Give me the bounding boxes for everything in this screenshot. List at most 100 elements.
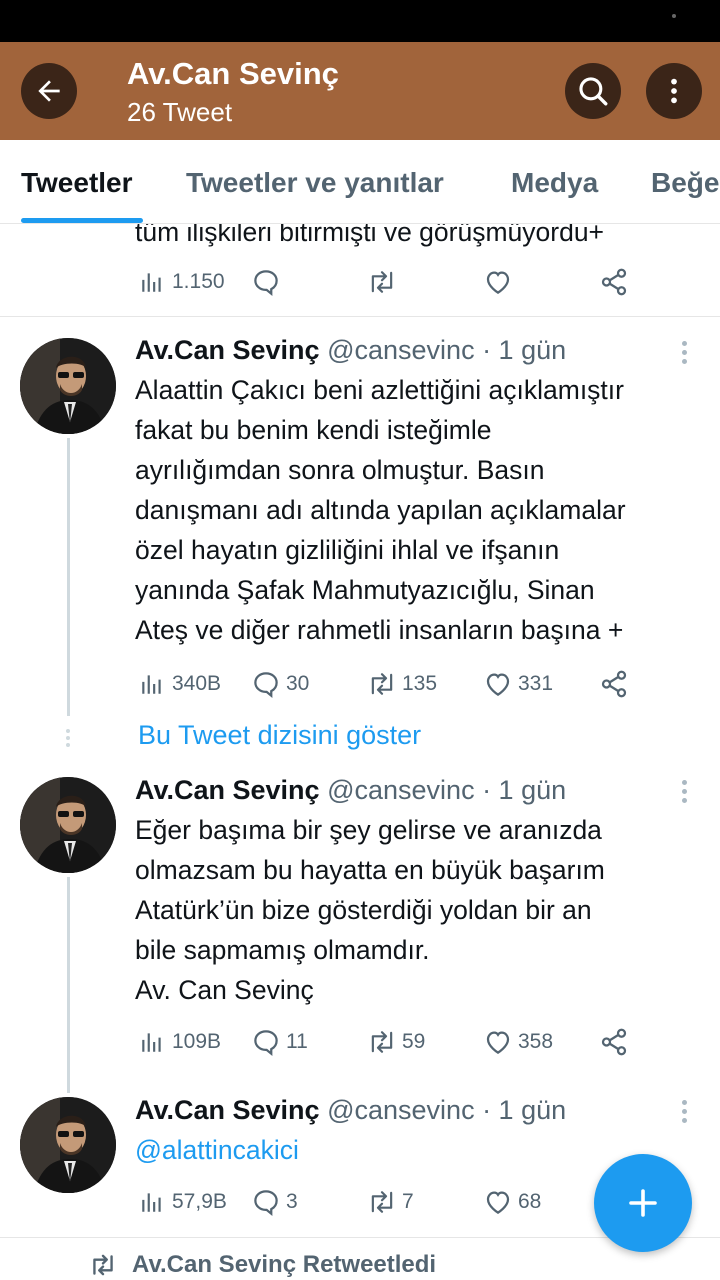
views-action[interactable]: 57,9B xyxy=(136,1182,227,1222)
tweet-more-icon[interactable] xyxy=(682,1100,688,1127)
heart-icon xyxy=(486,1031,510,1054)
retweet-count: 135 xyxy=(402,672,438,695)
like-count: 331 xyxy=(518,672,554,695)
arrow-left-icon xyxy=(38,80,60,102)
like-action[interactable]: 68 xyxy=(482,1182,541,1222)
tweet-actions: 1.150 xyxy=(0,262,720,302)
tweet-text-line: Alaattin Çakıcı beni azlettiğini açıklam… xyxy=(135,375,624,405)
show-thread-link[interactable]: Bu Tweet dizisini göster xyxy=(138,720,421,751)
reply-action[interactable]: 3 xyxy=(250,1182,298,1222)
tab-tweets[interactable]: Tweetler xyxy=(21,167,133,199)
reply-count: 3 xyxy=(286,1190,298,1213)
avatar[interactable] xyxy=(20,1097,116,1193)
more-options-button[interactable] xyxy=(646,63,702,119)
retweet-action[interactable]: 135 xyxy=(366,664,437,704)
heart-icon xyxy=(486,1191,510,1214)
timeline[interactable]: tüm ilişkileri bitirmişti ve görüşmüyord… xyxy=(0,224,720,1280)
share-action[interactable] xyxy=(598,664,630,704)
share-action[interactable] xyxy=(598,1022,630,1062)
avatar[interactable] xyxy=(20,777,116,873)
profile-name-title: Av.Can Sevinç xyxy=(127,56,339,91)
tweet-text-line: olmazsam bu hayatta en büyük başarım xyxy=(135,855,605,885)
tweet-actions: 340B 30 135 331 xyxy=(0,664,720,704)
search-icon xyxy=(579,77,608,106)
tweet-header: Av.Can Sevinç @cansevinc · 1 gün xyxy=(135,770,566,810)
like-count: 68 xyxy=(518,1190,542,1213)
views-action[interactable]: 340B xyxy=(136,664,221,704)
reply-count: 30 xyxy=(286,672,310,695)
reply-icon xyxy=(254,270,278,296)
tweet-text-line: ayrılığımdan sonra olmuştur. Basın xyxy=(135,455,545,485)
tweet-more-icon[interactable] xyxy=(682,780,688,807)
like-count: 358 xyxy=(518,1030,554,1053)
status-dot xyxy=(672,14,676,18)
like-action[interactable] xyxy=(482,262,514,302)
mention-link[interactable]: @alattincakici xyxy=(135,1130,299,1170)
views-action[interactable]: 1.150 xyxy=(136,262,225,302)
avatar[interactable] xyxy=(20,338,116,434)
compose-tweet-button[interactable] xyxy=(594,1154,692,1252)
tweet-text-line: Eğer başıma bir şey gelirse ve aranızda xyxy=(135,815,602,845)
reply-count: 11 xyxy=(286,1030,308,1053)
profile-tabs: Tweetler Tweetler ve yanıtlar Medya Beğe… xyxy=(0,140,720,224)
tweet-text-line: Av. Can Sevinç xyxy=(135,975,314,1005)
views-action[interactable]: 109B xyxy=(136,1022,221,1062)
tweet-text-line: danışmanı adı altında yapılan açıklamala… xyxy=(135,495,626,525)
reply-action[interactable]: 11 xyxy=(250,1022,308,1062)
more-vertical-icon xyxy=(671,78,677,104)
tweet-divider xyxy=(0,316,720,317)
plus-icon xyxy=(629,1189,657,1217)
analytics-icon xyxy=(142,675,161,694)
retweet-action[interactable]: 59 xyxy=(366,1022,425,1062)
retweet-count: 7 xyxy=(402,1190,414,1213)
views-count: 1.150 xyxy=(172,270,225,293)
avatar-image xyxy=(20,777,116,873)
tweet-text-line: yanında Şafak Mahmutyazıcığlu, Sinan xyxy=(135,575,595,605)
author-handle-time: @cansevinc · 1 gün xyxy=(327,335,567,365)
reply-action[interactable]: 30 xyxy=(250,664,309,704)
tweet-header: Av.Can Sevinç @cansevinc · 1 gün xyxy=(135,330,566,370)
tweet-more-icon[interactable] xyxy=(682,341,688,368)
tweet-text-line: tüm ilişkileri bitirmişti ve görüşmüyord… xyxy=(135,224,605,247)
like-action[interactable]: 358 xyxy=(482,1022,553,1062)
profile-app-bar: Av.Can Sevinç 26 Tweet xyxy=(0,42,720,140)
like-action[interactable]: 331 xyxy=(482,664,553,704)
retweet-count: 59 xyxy=(402,1030,426,1053)
retweet-icon xyxy=(371,271,393,293)
reply-icon xyxy=(254,1030,278,1056)
tweet-actions: 109B 11 59 358 xyxy=(0,1022,720,1062)
back-button[interactable] xyxy=(21,63,77,119)
heart-icon xyxy=(486,673,510,696)
author-handle-time: @cansevinc · 1 gün xyxy=(327,775,567,805)
author-name[interactable]: Av.Can Sevinç xyxy=(135,335,320,365)
retweet-icon xyxy=(371,1191,393,1213)
share-action[interactable] xyxy=(598,262,630,302)
analytics-icon xyxy=(142,1193,161,1212)
author-name[interactable]: Av.Can Sevinç xyxy=(135,775,320,805)
tweet-header: Av.Can Sevinç @cansevinc · 1 gün xyxy=(135,1090,566,1130)
tweet-text-line: fakat bu benim kendi isteğimle xyxy=(135,415,492,445)
retweet-action[interactable] xyxy=(366,262,398,302)
share-icon xyxy=(601,268,627,296)
tweet-text-line: Atatürk’ün bize gösterdiği yoldan bir an xyxy=(135,895,592,925)
views-count: 109B xyxy=(172,1030,222,1053)
reply-action[interactable] xyxy=(250,262,282,302)
retweet-icon xyxy=(93,1254,113,1276)
retweet-icon xyxy=(371,673,393,695)
retweet-action[interactable]: 7 xyxy=(366,1182,414,1222)
active-tab-indicator xyxy=(21,218,143,223)
share-icon xyxy=(601,670,627,698)
author-name[interactable]: Av.Can Sevinç xyxy=(135,1095,320,1125)
analytics-icon xyxy=(142,273,161,292)
search-button[interactable] xyxy=(565,63,621,119)
retweeted-label: Av.Can Sevinç Retweetledi xyxy=(132,1251,437,1278)
retweeted-by-row: Av.Can Sevinç Retweetledi xyxy=(88,1251,436,1279)
tweet-text-line: bile sapmamış olmamdır. xyxy=(135,935,430,965)
tab-tweets-and-replies[interactable]: Tweetler ve yanıtlar xyxy=(186,167,444,199)
thread-gap-dots xyxy=(66,729,71,750)
status-bar xyxy=(0,0,720,42)
reply-icon xyxy=(254,1190,278,1216)
tweet-text-line: Ateş ve diğer rahmetli insanların başına… xyxy=(135,615,624,645)
tab-media[interactable]: Medya xyxy=(511,167,598,199)
tab-likes[interactable]: Beğeniler xyxy=(651,167,720,199)
